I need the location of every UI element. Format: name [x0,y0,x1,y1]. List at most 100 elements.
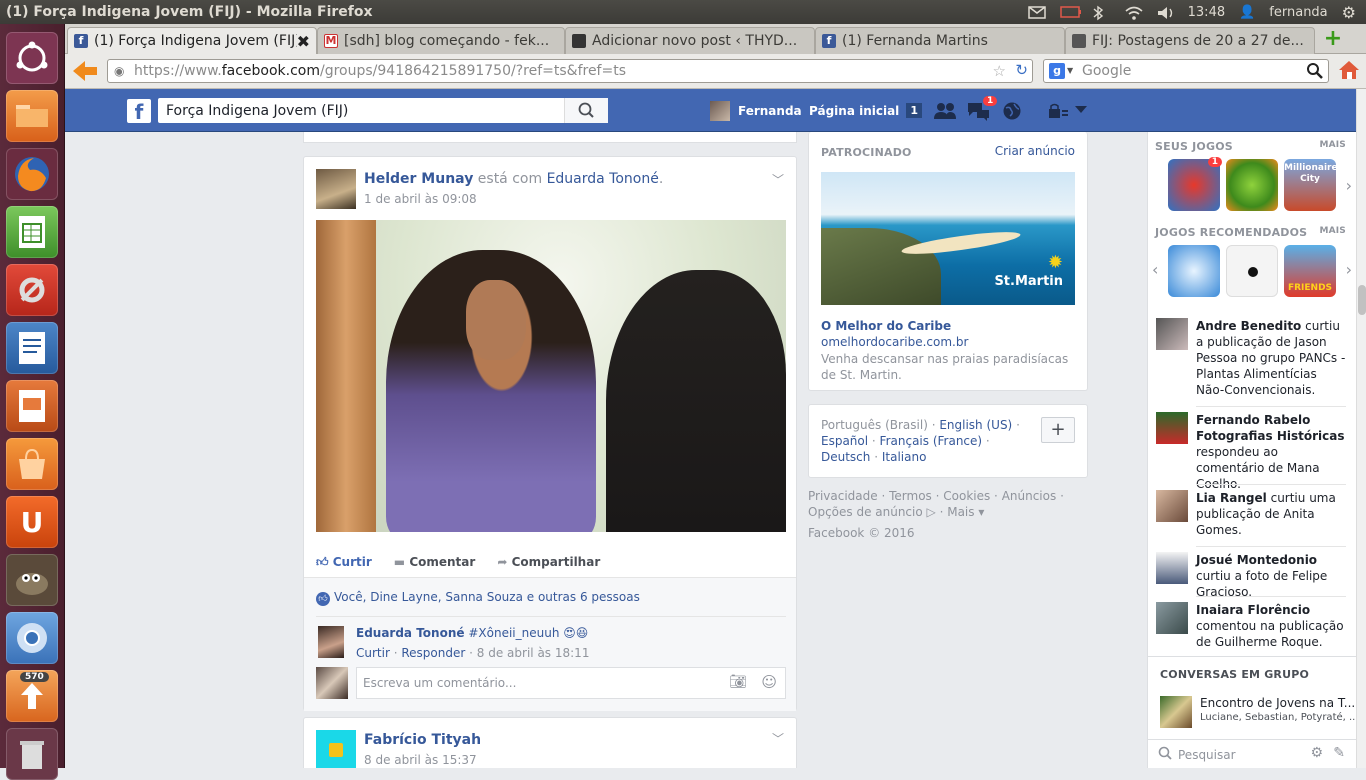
home-link[interactable]: Página inicial 1 [809,89,922,132]
session-user[interactable]: fernanda [1269,5,1327,20]
activity-item[interactable]: Inaiara Florêncio comentou na publicação… [1156,602,1348,650]
spreadsheet-icon[interactable] [6,206,58,258]
comment-button[interactable]: ▬ Comentar [394,555,476,569]
account-menu-chevron-down-icon[interactable] [1075,106,1087,113]
game-candy-crush[interactable]: 1 [1168,157,1222,211]
tab-forca-indigena[interactable]: f (1) Força Indigena Jovem (FIJ) ✖ [67,27,317,54]
language-link[interactable]: English (US) [939,418,1012,432]
language-link[interactable]: Deutsch [821,450,870,464]
user-icon[interactable]: 👤 [1239,5,1255,20]
post-timestamp[interactable]: 1 de abril às 09:08 [364,192,477,206]
comment-reply-link[interactable]: Responder [401,646,465,660]
facebook-logo-icon[interactable]: f [127,99,151,124]
comment-author-link[interactable]: Eduarda Tononé [356,626,465,640]
ad-image[interactable]: St.Martin ✹ [821,172,1075,305]
post-options-chevron-down-icon[interactable]: ﹀ [772,730,784,747]
game-monster[interactable] [1226,159,1278,211]
tab-fij-postagens[interactable]: FIJ: Postagens de 20 a 27 de... [1065,27,1315,54]
ubuntu-dash-icon[interactable] [6,32,58,84]
trash-icon[interactable] [6,728,58,780]
firefox-icon[interactable] [6,148,58,200]
share-button[interactable]: ➦ Compartilhar [497,555,600,569]
post-photo[interactable] [316,220,786,532]
game-millionaire-city[interactable]: Millionaire City [1284,159,1338,211]
add-language-button[interactable]: + [1041,417,1075,443]
notifications-globe-icon[interactable] [1002,101,1022,124]
writer-icon[interactable] [6,322,58,374]
search-engine-dropdown-icon[interactable]: ▼ [1067,66,1073,75]
reload-icon[interactable]: ↻ [1015,61,1028,79]
footer-link[interactable]: Opções de anúncio [808,505,923,519]
gimp-icon[interactable] [6,554,58,606]
chat-search-input[interactable]: Pesquisar [1178,748,1236,762]
software-center-icon[interactable] [6,438,58,490]
tab-fernanda-martins[interactable]: f (1) Fernanda Martins [815,27,1065,54]
activity-item[interactable]: Josué Montedonio curtiu a foto de Felipe… [1156,552,1348,600]
footer-link[interactable]: Cookies [943,489,990,503]
emoji-icon[interactable]: ☺ [761,673,777,691]
impress-icon[interactable] [6,380,58,432]
group-conversation-item[interactable]: Encontro de Jovens na T... Luciane, Seba… [1160,694,1359,728]
game-dots[interactable] [1226,245,1278,297]
messages-icon[interactable]: 1 [967,95,999,124]
url-bar[interactable]: ◉ https://www. facebook.com/groups/941864… [107,59,1033,83]
chromium-icon[interactable] [6,612,58,664]
files-icon[interactable] [6,90,58,142]
friend-requests-icon[interactable] [933,101,957,124]
game-angry-birds-friends[interactable]: FRIENDS [1284,245,1336,297]
bluetooth-icon[interactable] [1092,5,1110,21]
author-avatar[interactable] [316,169,356,209]
tab-close-icon[interactable]: ✖ [297,32,310,51]
settings-tool-icon[interactable] [6,264,58,316]
volume-icon[interactable] [1156,5,1174,19]
games-more-link[interactable]: MAIS [1319,140,1346,150]
footer-link[interactable]: Termos [889,489,932,503]
camera-icon[interactable]: 📷︎ [729,674,747,690]
activity-item[interactable]: Andre Benedito curtiu a publicação de Ja… [1156,318,1348,398]
tab-sdh-blog[interactable]: M [sdh] blog começando - fek... [317,27,565,54]
recommended-prev-chevron-icon[interactable]: ‹ [1152,260,1158,279]
clock[interactable]: 13:48 [1188,5,1225,20]
facebook-search-button[interactable] [564,98,608,123]
recommended-next-chevron-icon[interactable]: › [1346,260,1352,279]
scrollbar-thumb[interactable] [1358,285,1366,315]
recommended-more-link[interactable]: MAIS [1319,226,1346,236]
ad-title[interactable]: O Melhor do Caribe [821,319,951,333]
privacy-lock-icon[interactable] [1048,103,1078,122]
footer-link[interactable]: Privacidade [808,489,878,503]
comment-like-link[interactable]: Curtir [356,646,390,660]
post-author-link[interactable]: Fabrício Tityah [364,732,481,748]
back-arrow-icon[interactable] [71,59,99,86]
facebook-search-input[interactable]: Força Indigena Jovem (FIJ) [158,98,608,123]
search-icon[interactable] [1306,62,1324,84]
language-link[interactable]: Español [821,434,868,448]
comment-timestamp[interactable]: 8 de abril às 18:11 [477,646,590,660]
comment-input[interactable]: Escreva um comentário... 📷︎ ☺ [356,667,786,699]
update-manager-icon[interactable]: 570 [6,670,58,722]
chat-settings-gear-icon[interactable]: ⚙ [1310,745,1323,761]
game-frozen[interactable] [1168,245,1220,297]
page-scrollbar[interactable] [1356,89,1366,768]
new-message-icon[interactable]: ✎ [1333,745,1345,761]
author-avatar[interactable] [316,730,356,768]
post-options-chevron-down-icon[interactable]: ﹀ [772,171,784,188]
home-icon[interactable] [1337,58,1361,85]
activity-item[interactable]: Lia Rangel curtiu uma publicação de Anit… [1156,490,1348,538]
post-timestamp[interactable]: 8 de abril às 15:37 [364,753,477,767]
likes-summary[interactable]: 👍︎ Você, Dine Layne, Sanna Souza e outras… [316,590,640,606]
footer-link[interactable]: Anúncios [1002,489,1057,503]
bookmark-star-icon[interactable]: ☆ [993,62,1006,80]
like-button[interactable]: 👍︎ Curtir [316,555,372,570]
commenter-avatar[interactable] [318,626,344,658]
ubuntu-one-icon[interactable]: U [6,496,58,548]
tagged-user-link[interactable]: Eduarda Tononé [547,171,659,187]
wifi-icon[interactable] [1124,5,1143,20]
language-link[interactable]: Français (France) [880,434,983,448]
create-ad-link[interactable]: Criar anúncio [995,144,1075,158]
footer-link[interactable]: Mais [947,505,974,519]
tab-adicionar-post[interactable]: Adicionar novo post ‹ THYD... [565,27,815,54]
web-search-box[interactable]: g ▼ Google [1043,59,1329,83]
ad-domain[interactable]: omelhordocaribe.com.br [821,335,968,349]
activity-item[interactable]: Fernando Rabelo Fotografias Históricas r… [1156,412,1348,492]
language-link[interactable]: Italiano [882,450,927,464]
